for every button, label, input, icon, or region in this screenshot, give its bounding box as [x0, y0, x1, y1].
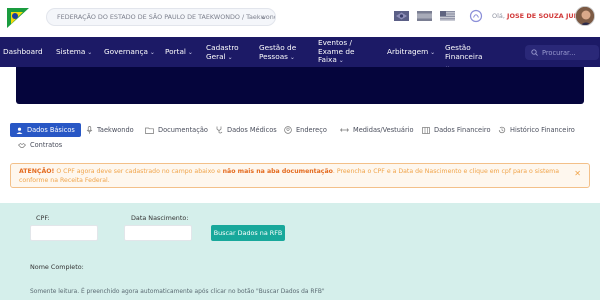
nav-item-dashboard[interactable]: Dashboard	[3, 47, 43, 57]
tab-label: Dados Médicos	[227, 126, 277, 134]
tab-medidas-vestuario[interactable]: Medidas/Vestuário	[340, 123, 414, 137]
alert-bold: não mais na aba documentação	[222, 168, 333, 175]
nav-item-label: Gestão Financeira	[445, 43, 483, 61]
alert-prefix: ATENÇÃO!	[19, 168, 55, 175]
tab-dados-medicos[interactable]: Dados Médicos	[216, 123, 277, 137]
tab-historico-financeiro[interactable]: Histórico Financeiro	[498, 123, 575, 137]
organization-select[interactable]: FEDERAÇÃO DO ESTADO DE SÃO PAULO DE TAEK…	[46, 8, 276, 26]
columns-icon	[422, 126, 430, 134]
stethoscope-icon	[216, 126, 223, 134]
microphone-icon	[86, 126, 93, 134]
tab-endereco[interactable]: Endereço	[284, 123, 327, 137]
birth-date-field[interactable]	[124, 225, 192, 241]
nav-item-label: Governança	[104, 47, 149, 56]
search-icon	[531, 49, 538, 56]
basic-data-form: CPF: Data Nascimento: Buscar Dados na RF…	[0, 203, 600, 300]
birth-date-label: Data Nascimento:	[131, 214, 189, 222]
tab-documentacao[interactable]: Documentação	[145, 123, 208, 137]
tab-label: Contratos	[30, 141, 63, 149]
tab-label: Documentação	[158, 126, 208, 134]
avatar[interactable]	[575, 6, 595, 26]
notification-icon[interactable]	[469, 9, 483, 23]
person-icon	[16, 127, 23, 134]
tab-label: Taekwondo	[97, 126, 134, 134]
nav-item-gestao-pessoas[interactable]: Gestão de Pessoas ⌄	[259, 43, 303, 62]
nav-item-label: Cadastro Geral	[206, 43, 239, 61]
handshake-icon	[18, 142, 26, 148]
nav-item-portal[interactable]: Portal ⌄	[165, 47, 193, 58]
nav-item-cadastro-geral[interactable]: Cadastro Geral ⌄	[206, 43, 244, 62]
tab-contratos[interactable]: Contratos	[18, 138, 62, 152]
nav-item-sistema[interactable]: Sistema ⌄	[56, 47, 93, 58]
alert-text-1: O CPF agora deve ser cadastrado no campo…	[54, 168, 223, 175]
tab-taekwondo[interactable]: Taekwondo	[86, 123, 134, 137]
chevron-down-icon: ⌄	[336, 57, 344, 64]
user-outline-icon	[284, 126, 292, 134]
nav-item-governanca[interactable]: Governança ⌄	[104, 47, 155, 58]
folder-icon	[145, 127, 154, 134]
chevron-down-icon: ⌄	[185, 49, 193, 56]
tab-label: Dados Básicos	[27, 126, 75, 134]
tab-label: Medidas/Vestuário	[353, 126, 414, 134]
page-banner	[16, 67, 584, 104]
nav-item-eventos[interactable]: Eventos / Exame de Faixa ⌄	[318, 38, 368, 66]
cpf-field[interactable]	[30, 225, 98, 241]
readonly-note: Somente leitura. É preenchido agora auto…	[30, 289, 325, 295]
chevron-down-icon: ⌄	[148, 49, 155, 56]
flag-icon-us[interactable]	[440, 11, 455, 21]
cpf-warning-alert: ATENÇÃO! O CPF agora deve ser cadastrado…	[10, 163, 590, 188]
federation-logo[interactable]	[5, 6, 31, 30]
tab-label: Endereço	[296, 126, 327, 134]
search-rfb-button-label: Buscar Dados na RFB	[213, 229, 283, 237]
organization-select-value: FEDERAÇÃO DO ESTADO DE SÃO PAULO DE TAEK…	[57, 13, 276, 21]
flag-icon-br[interactable]	[394, 11, 409, 21]
search-rfb-button[interactable]: Buscar Dados na RFB	[211, 225, 285, 241]
chevron-down-icon: ⌄	[85, 49, 93, 56]
flag-icon-es[interactable]	[417, 11, 432, 21]
nav-item-label: Arbitragem	[387, 47, 429, 56]
chevron-down-icon: ⌄	[287, 53, 295, 61]
history-icon	[498, 126, 506, 134]
tab-dados-basicos[interactable]: Dados Básicos	[10, 123, 81, 137]
top-bar: FEDERAÇÃO DO ESTADO DE SÃO PAULO DE TAEK…	[0, 0, 600, 36]
fullname-label: Nome Completo:	[30, 263, 84, 271]
nav-item-label: Portal	[165, 47, 186, 56]
tab-label: Histórico Financeiro	[510, 126, 575, 134]
cpf-label: CPF:	[36, 214, 50, 222]
tab-dados-financeiro[interactable]: Dados Financeiro	[422, 123, 491, 137]
ruler-icon	[340, 128, 349, 132]
nav-item-label: Dashboard	[3, 47, 43, 56]
chevron-down-icon: ⌄	[428, 49, 436, 56]
close-icon[interactable]: ✕	[574, 169, 581, 179]
search-input[interactable]: Procurar...	[525, 45, 599, 60]
tab-label: Dados Financeiro	[434, 126, 491, 134]
nav-item-arbitragem[interactable]: Arbitragem ⌄	[387, 47, 436, 58]
chevron-down-icon: ⌄	[225, 53, 233, 61]
greeting-prefix: Olá,	[492, 12, 508, 20]
search-placeholder: Procurar...	[542, 48, 576, 57]
chevron-down-icon: ⌄	[260, 12, 267, 21]
main-navbar: Dashboard Sistema ⌄ Governança ⌄ Portal …	[0, 37, 600, 70]
nav-item-label: Sistema	[56, 47, 86, 56]
